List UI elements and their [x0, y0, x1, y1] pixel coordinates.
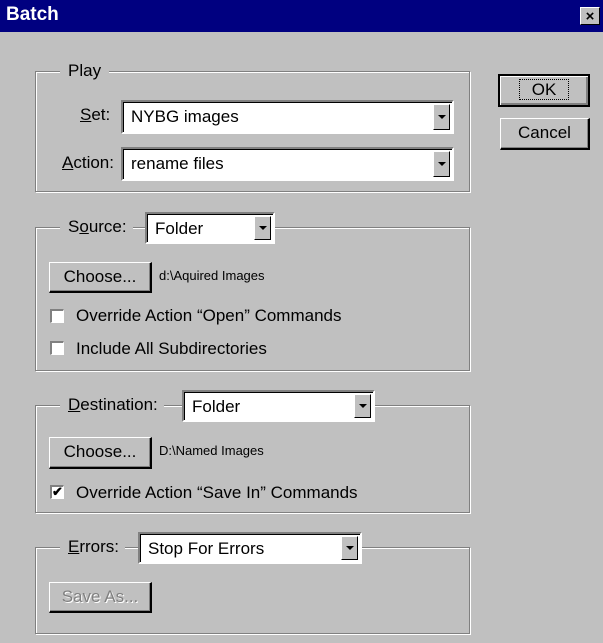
- ok-button-label: OK: [518, 79, 570, 100]
- action-select[interactable]: rename files: [121, 147, 454, 181]
- play-legend: Play: [60, 60, 110, 82]
- source-legend: Source:: [60, 216, 133, 238]
- save-as-button: Save As...: [49, 582, 152, 613]
- destination-select[interactable]: Folder: [182, 390, 375, 422]
- override-open-label: Override Action “Open” Commands: [76, 306, 342, 325]
- set-select[interactable]: NYBG images: [121, 100, 454, 134]
- window-title: Batch: [6, 4, 59, 25]
- close-icon: ×: [585, 8, 595, 25]
- checkmark-icon: ✔: [52, 484, 63, 499]
- chevron-down-icon[interactable]: [433, 151, 450, 177]
- source-select[interactable]: Folder: [145, 212, 275, 244]
- close-button[interactable]: ×: [580, 7, 600, 25]
- set-select-value: NYBG images: [131, 107, 239, 126]
- save-as-label: Save As...: [61, 587, 139, 606]
- source-choose-button[interactable]: Choose...: [49, 262, 152, 293]
- destination-choose-button[interactable]: Choose...: [49, 437, 152, 469]
- action-select-value: rename files: [131, 154, 224, 173]
- errors-legend: Errors:: [60, 536, 126, 558]
- override-save-label: Override Action “Save In” Commands: [76, 483, 358, 502]
- set-label: Set:: [80, 105, 111, 124]
- source-choose-label: Choose...: [63, 267, 137, 286]
- cancel-button-label: Cancel: [518, 123, 571, 142]
- title-bar: Batch ×: [0, 0, 603, 32]
- ok-button[interactable]: OK: [498, 74, 590, 107]
- errors-select[interactable]: Stop For Errors: [138, 532, 362, 564]
- destination-legend: Destination:: [60, 394, 164, 416]
- cancel-button[interactable]: Cancel: [500, 118, 590, 150]
- destination-path: D:\Named Images: [159, 443, 264, 458]
- chevron-down-icon[interactable]: [341, 536, 358, 560]
- include-subdirs-checkbox[interactable]: [50, 341, 64, 355]
- action-label: Action:: [62, 153, 114, 172]
- chevron-down-icon[interactable]: [254, 216, 271, 240]
- chevron-down-icon[interactable]: [433, 104, 450, 130]
- override-save-checkbox[interactable]: ✔: [50, 485, 64, 499]
- destination-choose-label: Choose...: [63, 442, 137, 461]
- chevron-down-icon[interactable]: [354, 394, 371, 418]
- source-path: d:\Aquired Images: [159, 268, 265, 283]
- destination-select-value: Folder: [192, 397, 241, 416]
- override-open-checkbox[interactable]: [50, 309, 64, 323]
- include-subdirs-label: Include All Subdirectories: [76, 339, 267, 358]
- source-select-value: Folder: [155, 219, 204, 238]
- errors-select-value: Stop For Errors: [148, 539, 265, 558]
